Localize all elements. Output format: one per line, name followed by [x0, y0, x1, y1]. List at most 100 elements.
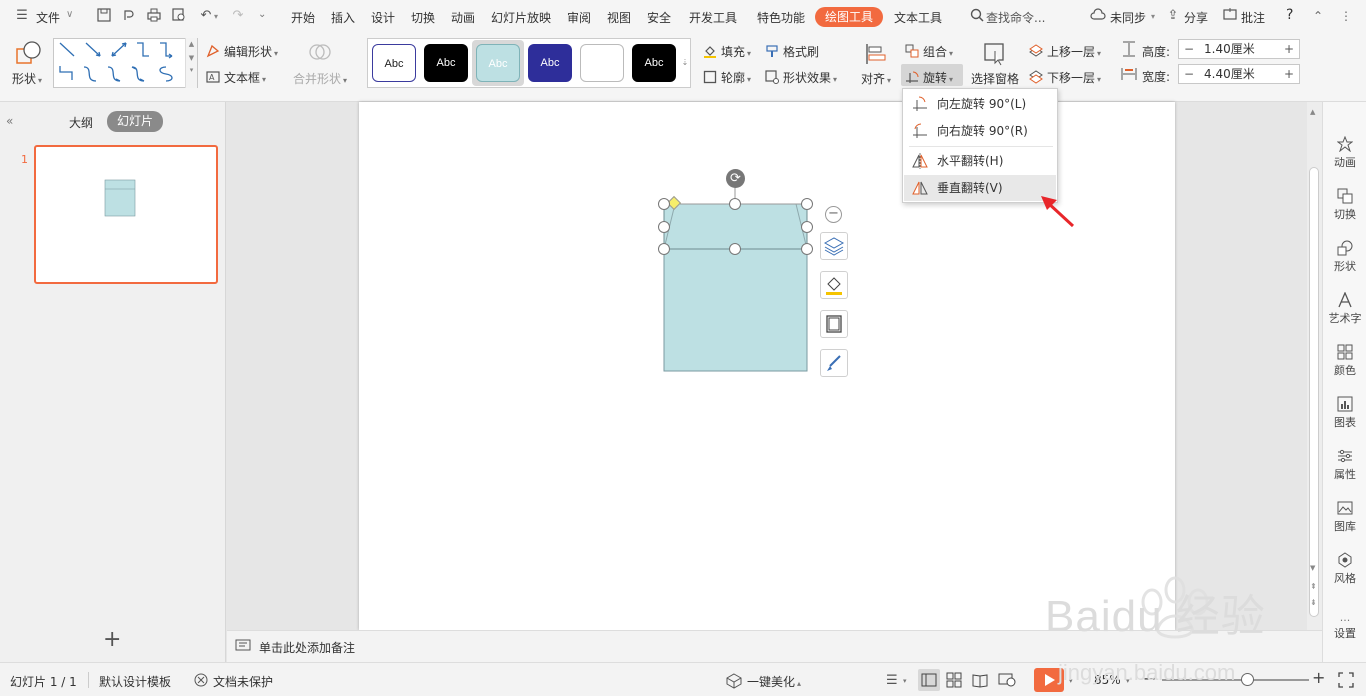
customize-icon[interactable]: ⌄	[258, 9, 266, 20]
rp-settings[interactable]: ··· 设置	[1323, 615, 1366, 641]
menu-item-rotate-left[interactable]: 向左旋转 90°(L)	[904, 91, 1056, 117]
gallery-scrollbar[interactable]: ▲ ▼ ▾	[185, 38, 197, 88]
rp-color[interactable]: 颜色	[1323, 344, 1366, 378]
fit-window-icon[interactable]	[1338, 672, 1354, 688]
resize-handle-w[interactable]	[658, 221, 670, 233]
style-swatch-4[interactable]: Abc	[528, 44, 572, 82]
merge-shape-button[interactable]: 合并形状 ▾	[293, 70, 347, 87]
help-icon[interactable]: ?	[1286, 7, 1293, 23]
style-gallery-more-icon[interactable]: ⇣	[680, 40, 690, 86]
print-icon[interactable]	[146, 8, 162, 24]
presenter-view-icon[interactable]	[998, 672, 1016, 688]
tab-review[interactable]: 审阅	[567, 9, 591, 26]
tab-transition[interactable]: 切换	[411, 9, 435, 26]
edit-shape-button[interactable]: 编辑形状 ▾	[206, 43, 278, 60]
rp-chart[interactable]: 图表	[1323, 396, 1366, 430]
comment-button[interactable]: 批注	[1241, 9, 1265, 26]
rp-wordart[interactable]: 艺术字	[1323, 292, 1366, 326]
zoom-level[interactable]: 85%	[1094, 673, 1121, 687]
send-backward-button[interactable]: 下移一层 ▾	[1029, 69, 1101, 86]
export-icon[interactable]	[121, 8, 137, 24]
menu-item-rotate-right[interactable]: 向右旋转 90°(R)	[904, 118, 1056, 144]
rotation-handle-icon[interactable]: ⟳	[726, 169, 745, 188]
shape-effect-button[interactable]: 形状效果 ▾	[765, 69, 837, 86]
textbox-button[interactable]: A 文本框 ▾	[206, 69, 266, 86]
tab-insert[interactable]: 插入	[331, 9, 355, 26]
tab-design[interactable]: 设计	[371, 9, 395, 26]
width-value[interactable]: 4.40厘米	[1204, 65, 1255, 83]
play-options-icon[interactable]: ▾	[1069, 677, 1073, 685]
collapse-float-toolbar-icon[interactable]: −	[825, 206, 842, 223]
share-button[interactable]: 分享	[1184, 9, 1208, 26]
outline-button[interactable]: 轮廓 ▾	[703, 69, 751, 86]
play-slideshow-button[interactable]	[1034, 668, 1064, 692]
undo-dropdown-icon[interactable]: ▾	[214, 12, 218, 21]
resize-handle-s[interactable]	[729, 243, 741, 255]
rp-style[interactable]: 风格	[1323, 552, 1366, 586]
format-brush-button[interactable]: 格式刷	[765, 43, 819, 60]
document-protect-status[interactable]: 文档未保护	[213, 673, 273, 690]
menu-item-flip-horizontal[interactable]: 水平翻转(H)	[904, 148, 1056, 174]
selection-pane-button[interactable]: 选择窗格	[971, 70, 1019, 87]
slide-thumbnail[interactable]	[34, 145, 218, 284]
align-menu-dropdown-icon[interactable]: ▾	[903, 677, 907, 685]
cloud-icon[interactable]	[1090, 8, 1106, 24]
selected-shape[interactable]	[655, 168, 825, 378]
slide-sorter-icon[interactable]	[946, 672, 962, 688]
scrollbar-thumb[interactable]	[1309, 167, 1319, 617]
style-swatch-1[interactable]: Abc	[372, 44, 416, 82]
height-increment[interactable]: +	[1279, 40, 1299, 58]
chevron-down-icon[interactable]: ∨	[66, 9, 73, 20]
tab-home[interactable]: 开始	[291, 9, 315, 26]
undo-icon[interactable]: ↶	[198, 8, 214, 24]
zoom-in-icon[interactable]: +	[1312, 668, 1325, 687]
share-icon[interactable]: ⇪	[1165, 8, 1181, 24]
layers-button[interactable]	[820, 232, 848, 260]
tab-security[interactable]: 安全	[647, 9, 671, 26]
height-value[interactable]: 1.40厘米	[1204, 40, 1255, 58]
zoom-out-icon[interactable]: −	[1143, 669, 1156, 688]
height-decrement[interactable]: −	[1179, 40, 1199, 58]
resize-handle-sw[interactable]	[658, 243, 670, 255]
redo-icon[interactable]: ↷	[230, 8, 246, 24]
resize-handle-se[interactable]	[801, 243, 813, 255]
fill-button[interactable]: 填充 ▾	[703, 43, 751, 60]
sync-dropdown-icon[interactable]: ▾	[1151, 12, 1155, 21]
print-preview-icon[interactable]	[171, 8, 187, 24]
resize-handle-ne[interactable]	[801, 198, 813, 210]
align-button[interactable]: 对齐 ▾	[861, 70, 891, 87]
bring-forward-button[interactable]: 上移一层 ▾	[1029, 43, 1101, 60]
more-icon[interactable]: ⋮	[1340, 9, 1352, 23]
resize-handle-nw[interactable]	[658, 198, 670, 210]
height-stepper[interactable]: − 1.40厘米 +	[1178, 39, 1300, 59]
tab-outline[interactable]: 大纲	[69, 114, 93, 131]
collapse-panel-icon[interactable]: «	[6, 114, 13, 128]
tab-special[interactable]: 特色功能	[757, 9, 805, 26]
beautify-button[interactable]: 一键美化 ▴	[747, 673, 801, 690]
zoom-slider-thumb[interactable]	[1241, 673, 1254, 686]
tab-animation[interactable]: 动画	[451, 9, 475, 26]
menu-item-flip-vertical[interactable]: 垂直翻转(V)	[904, 175, 1056, 201]
width-decrement[interactable]: −	[1179, 65, 1199, 83]
search-icon[interactable]	[969, 8, 985, 24]
style-swatch-3[interactable]: Abc	[476, 44, 520, 82]
tab-slideshow[interactable]: 幻灯片放映	[491, 9, 551, 26]
file-menu[interactable]: 文件	[36, 9, 60, 26]
tab-developer[interactable]: 开发工具	[689, 9, 737, 26]
design-template[interactable]: 默认设计模板	[99, 673, 171, 690]
brush-button[interactable]	[820, 349, 848, 377]
sync-status[interactable]: 未同步	[1110, 9, 1146, 26]
resize-handle-n[interactable]	[729, 198, 741, 210]
shape-icon[interactable]	[14, 40, 44, 68]
zoom-dropdown-icon[interactable]: ▾	[1126, 677, 1130, 685]
group-button[interactable]: 组合 ▾	[905, 43, 953, 60]
width-increment[interactable]: +	[1279, 65, 1299, 83]
style-swatch-2[interactable]: Abc	[424, 44, 468, 82]
add-slide-button[interactable]: +	[103, 629, 121, 651]
collapse-ribbon-icon[interactable]: ⌃	[1313, 9, 1323, 23]
save-icon[interactable]	[96, 8, 112, 24]
rotate-button[interactable]: 旋转 ▾	[905, 69, 953, 86]
normal-view-icon[interactable]	[921, 672, 937, 688]
outline-style-button[interactable]	[820, 310, 848, 338]
rp-transition[interactable]: 切换	[1323, 188, 1366, 222]
